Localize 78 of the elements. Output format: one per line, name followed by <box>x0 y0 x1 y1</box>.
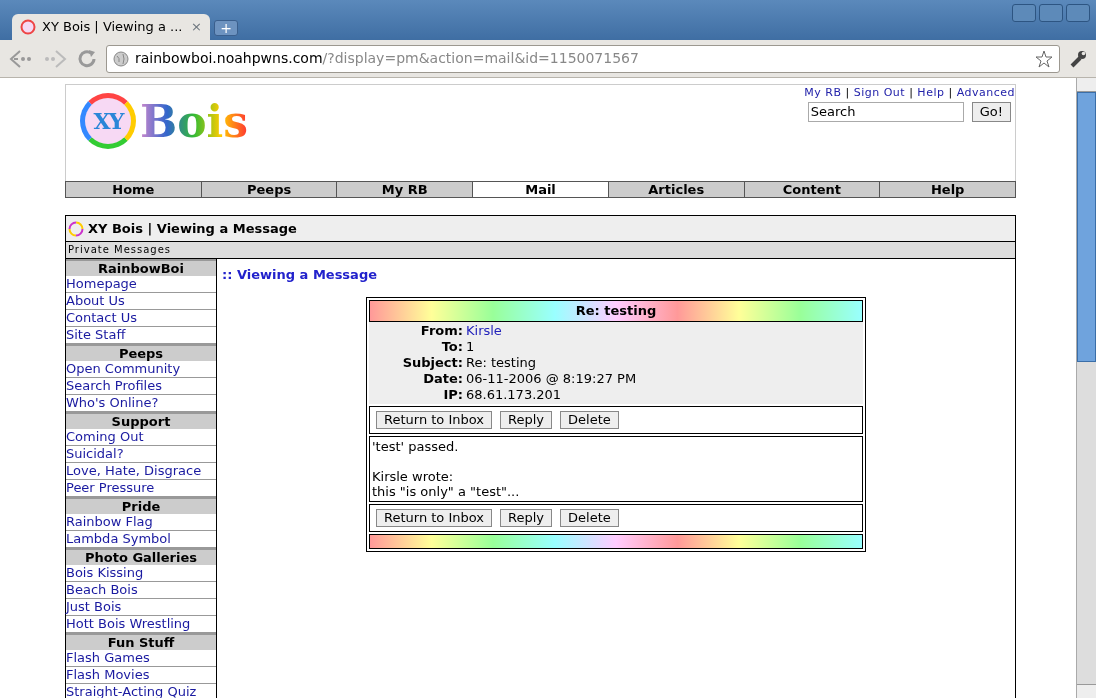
go-button[interactable]: Go! <box>971 101 1011 122</box>
star-icon[interactable] <box>1035 49 1053 68</box>
nav-tab[interactable]: Peeps <box>201 182 338 197</box>
field-value: 06-11-2006 @ 8:19:27 PM <box>466 370 637 387</box>
action-button[interactable]: Delete <box>560 508 619 527</box>
message-text: Kirsle wrote: this "is only" a "test"... <box>372 468 521 499</box>
field-value: 1 <box>466 338 475 355</box>
sidebar-link[interactable]: Homepage <box>66 276 216 293</box>
top-link[interactable]: Sign Out <box>853 85 906 102</box>
action-button[interactable]: Return to Inbox <box>376 508 493 527</box>
field-label: IP: <box>442 386 464 403</box>
field-label: From: <box>419 322 464 339</box>
url-text: rainbowboi.noahpwns.com/?display=pm&action=mail&id=1150071567 <box>135 49 640 68</box>
sidebar-link[interactable]: Coming Out <box>66 429 216 446</box>
nav-tab[interactable]: Content <box>744 182 881 197</box>
sidebar-heading: Peeps <box>66 344 216 361</box>
sidebar-link[interactable]: Search Profiles <box>66 378 216 395</box>
breadcrumb-text: Private Messages <box>66 242 1015 259</box>
sidebar-link[interactable]: Just Bois <box>66 599 216 616</box>
link-separator: | <box>948 85 953 101</box>
nav-tab[interactable]: My RB <box>337 182 474 197</box>
top-link[interactable]: Advanced <box>956 85 1015 102</box>
link-separator: | <box>909 85 914 101</box>
sidebar-link[interactable]: Beach Bois <box>66 582 216 599</box>
field-label: Date: <box>422 370 464 387</box>
sidebar-link[interactable]: Flash Games <box>66 650 216 667</box>
globe-icon <box>113 50 129 67</box>
logo-mark: XY <box>80 93 136 149</box>
field-label: To: <box>440 338 464 355</box>
sidebar-heading: Photo Galleries <box>66 548 216 565</box>
scroll-down-button[interactable] <box>1077 684 1096 698</box>
nav-tab[interactable]: Articles <box>608 182 745 197</box>
field-label: Subject: <box>401 354 464 371</box>
section-title: :: Viewing a Message <box>222 266 378 284</box>
sidebar-link[interactable]: Bois Kissing <box>66 565 216 582</box>
reload-icon[interactable] <box>76 47 98 70</box>
top-link[interactable]: My RB <box>804 85 842 102</box>
field-value: 68.61.173.201 <box>466 386 562 403</box>
sidebar-link[interactable]: Open Community <box>66 361 216 378</box>
wrench-icon[interactable] <box>1068 48 1088 69</box>
close-button[interactable] <box>1066 4 1090 22</box>
browser-tab[interactable]: XY Bois | Viewing a ... × <box>12 14 210 40</box>
link-separator: | <box>845 85 850 101</box>
sidebar-link[interactable]: Love, Hate, Disgrace <box>66 463 216 480</box>
sidebar-heading: Pride <box>66 497 216 514</box>
nav-tab[interactable]: Home <box>66 182 202 197</box>
nav-tab[interactable]: Help <box>880 182 1016 197</box>
sidebar-link[interactable]: Flash Movies <box>66 667 216 684</box>
message-text: 'test' passed. <box>372 438 460 454</box>
sidebar-link[interactable]: Suicidal? <box>66 446 216 463</box>
sidebar-heading: Support <box>66 412 216 429</box>
scroll-up-button[interactable] <box>1077 78 1096 92</box>
sender-link[interactable]: Kirsle <box>466 322 502 339</box>
sidebar-link[interactable]: Contact Us <box>66 310 216 327</box>
address-bar[interactable]: rainbowboi.noahpwns.com/?display=pm&action=mail&id=1150071567 <box>106 44 1060 73</box>
action-button[interactable]: Reply <box>500 410 553 429</box>
action-button[interactable]: Reply <box>500 508 553 527</box>
sidebar-link[interactable]: About Us <box>66 293 216 310</box>
page-title: XY Bois | Viewing a Message <box>88 219 297 238</box>
top-link[interactable]: Help <box>917 85 945 102</box>
subject-bar: Re: testing <box>369 299 863 322</box>
minimize-button[interactable] <box>1012 4 1036 22</box>
search-field[interactable]: Search <box>807 101 964 122</box>
favicon-icon <box>20 19 36 35</box>
back-icon[interactable] <box>8 47 34 70</box>
maximize-button[interactable] <box>1039 4 1063 22</box>
scrollbar-thumb[interactable] <box>1077 92 1096 362</box>
ring-icon <box>68 220 84 237</box>
action-button[interactable]: Delete <box>560 410 619 429</box>
sidebar-heading: Fun Stuff <box>66 633 216 650</box>
forward-icon[interactable] <box>42 47 68 70</box>
sidebar-link[interactable]: Rainbow Flag <box>66 514 216 531</box>
tab-title: XY Bois | Viewing a ... <box>42 18 184 37</box>
field-value: Re: testing <box>466 354 537 371</box>
action-button[interactable]: Return to Inbox <box>376 410 493 429</box>
close-tab-button[interactable]: × <box>191 17 202 37</box>
sidebar-heading: RainbowBoi <box>66 259 216 276</box>
sidebar-link[interactable]: Straight-Acting Quiz <box>66 684 216 698</box>
